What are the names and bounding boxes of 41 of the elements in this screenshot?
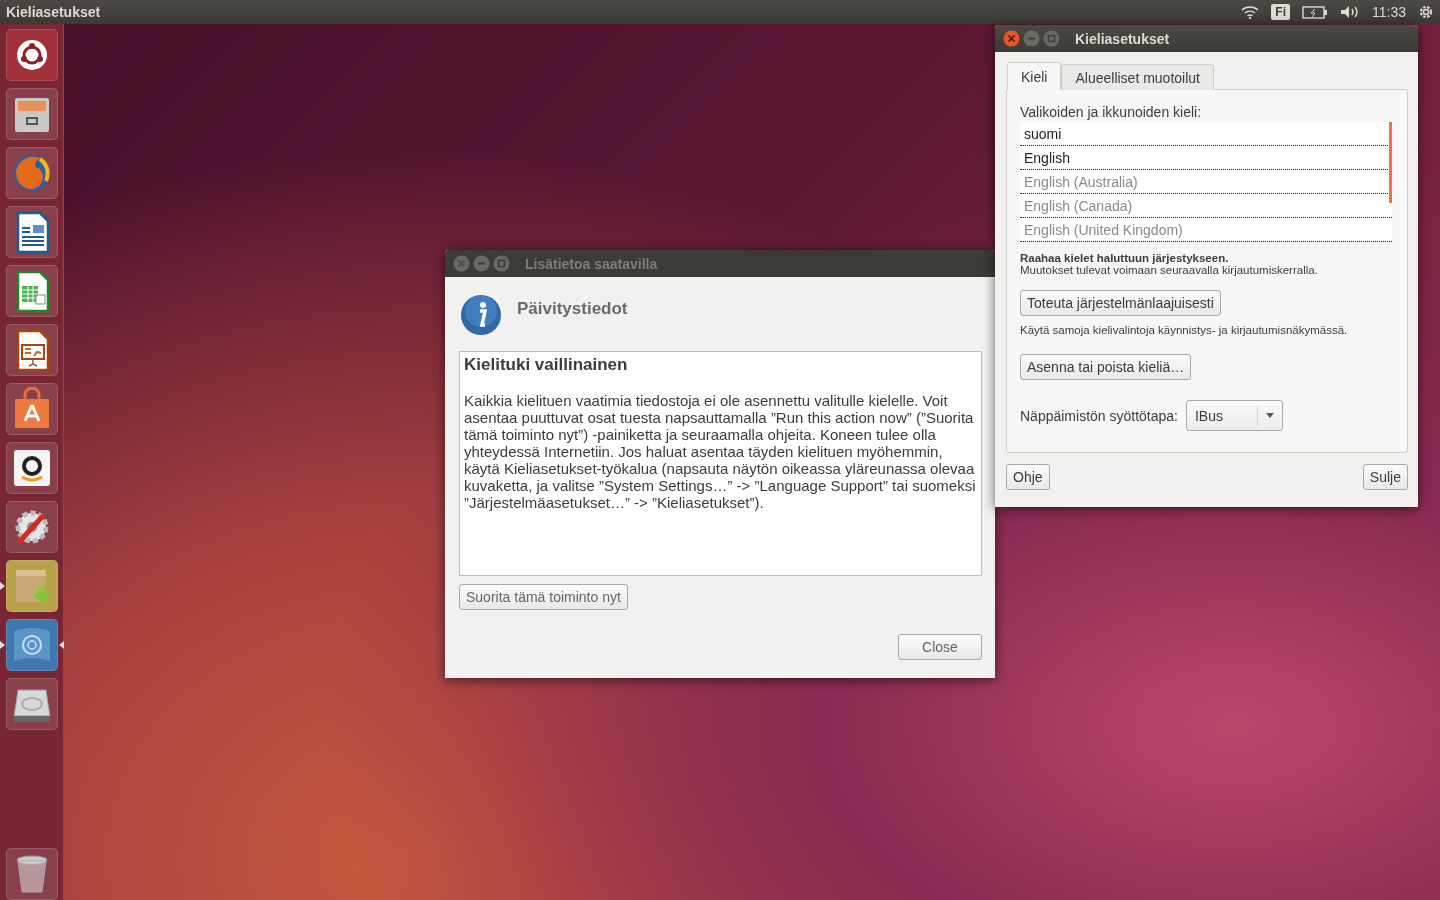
apply-button[interactable]: Toteuta järjestelmänlaajuisesti [1020, 290, 1221, 316]
input-method-label: Näppäimistön syöttötapa: [1020, 407, 1178, 424]
caret-icon [1266, 413, 1274, 418]
message-text: Kaikkia kielituen vaatimia tiedostoja ei ole asennettu valitulle kielelle. Voit asentaa puuttuvat osat tuesta napsauttamalla ”Run this action now” (”Suorita tämä toiminto nyt”) -painiketta ja seuraamalla ohjeita. Koneen tulee olla yhteydessä Internetiin. Jos haluat asentaa täyden kielituen myöhemmin, käytä Kieliasetukset-työkalua (napsauta näytön oikeassa yläreunassa olevaa kuvaketta, ja valitse ”System Settings…” -> ”Language Support” tai suomeksi ”Järjestelmäasetukset…” -> ”Kieliasetukset”). [464, 392, 977, 511]
dialog-heading: Päivitystiedot [517, 299, 628, 320]
input-method-dropdown[interactable]: IBus [1186, 400, 1283, 431]
launcher-item[interactable] [5, 619, 58, 671]
launcher-item[interactable] [5, 848, 58, 900]
launcher-item[interactable] [5, 501, 58, 553]
settings-icon[interactable] [1418, 4, 1434, 20]
launcher-item[interactable] [5, 206, 58, 258]
battery-icon[interactable] [1302, 5, 1328, 19]
title-bar: Lisätietoa saatavilla [445, 250, 995, 277]
tab[interactable]: Kieli [1007, 62, 1062, 90]
close-button[interactable] [1003, 30, 1020, 47]
close-button[interactable]: Close [898, 634, 982, 660]
message-title: Kielituki vaillinainen [464, 355, 629, 375]
language-item[interactable]: English (United Kingdom) [1020, 218, 1392, 242]
active-app-title: Kieliasetukset [6, 4, 102, 20]
launcher-item[interactable] [5, 88, 58, 140]
launcher-item[interactable] [5, 324, 58, 376]
action-button[interactable]: Suorita tämä toiminto nyt [459, 584, 628, 610]
install-button[interactable]: Asenna tai poista kieliä… [1020, 354, 1192, 380]
title-bar: Kieliasetukset [995, 25, 1418, 52]
launcher-item[interactable] [5, 383, 58, 435]
list-label: Valikoiden ja ikkunoiden kieli: [1020, 104, 1203, 120]
apply-hint: Käytä samoja kielivalintoja käynnistys- ja kirjautumisnäkymässä. [1020, 324, 1349, 336]
launcher-item[interactable] [5, 442, 58, 494]
clock[interactable]: 11:33 [1372, 4, 1406, 20]
help-button[interactable]: Ohje [1006, 464, 1050, 490]
hint-text: Raahaa kielet haluttuun järjestykseen. [1020, 252, 1230, 264]
launcher-item[interactable] [5, 678, 58, 730]
info-icon [459, 293, 503, 337]
hint-text: Muutokset tulevat voimaan seuraavalla kirjautumiskerralla. [1020, 264, 1319, 276]
wifi-icon[interactable] [1241, 5, 1260, 19]
launcher-item[interactable] [5, 265, 58, 317]
volume-icon[interactable] [1340, 5, 1360, 19]
tab[interactable]: Alueelliset muotoilut [1061, 64, 1214, 90]
keyboard-layout-indicator[interactable]: Fi [1271, 4, 1290, 20]
launcher-item[interactable] [5, 29, 58, 81]
close-button[interactable]: Sulje [1362, 464, 1408, 490]
